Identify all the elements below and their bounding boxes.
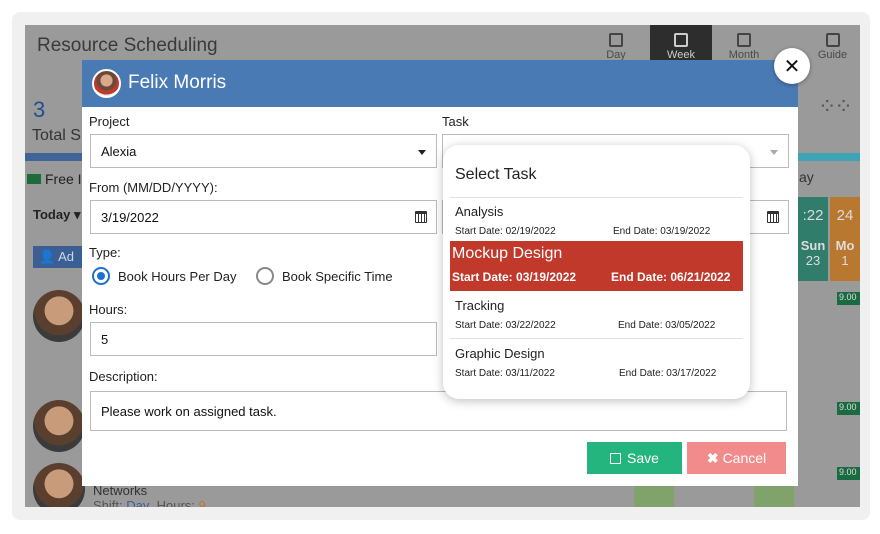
modal-title: Felix Morris: [128, 72, 227, 93]
description-label: Description:: [89, 369, 158, 384]
avatar: [33, 290, 85, 342]
hours-label: Hours:: [156, 498, 195, 507]
task-option-end: End Date: 03/19/2022: [613, 226, 711, 237]
total-count: 3: [33, 97, 46, 122]
hours-input[interactable]: 5: [90, 322, 437, 356]
task-option-tracking[interactable]: Tracking Start Date: 03/22/2022 End Date…: [450, 292, 743, 340]
from-label: From (MM/DD/YYYY):: [89, 180, 218, 195]
radio-specific-time-label[interactable]: Book Specific Time: [282, 269, 393, 284]
task-option-analysis[interactable]: Analysis Start Date: 02/19/2022 End Date…: [450, 198, 743, 246]
today-button[interactable]: Today ▾: [33, 207, 80, 223]
hours-badge: 9.00: [837, 292, 860, 305]
save-label: Save: [627, 450, 659, 466]
task-label: Task: [442, 114, 469, 129]
close-icon: ✕: [783, 54, 801, 78]
hours-label: Hours:: [89, 302, 128, 317]
task-option-start: Start Date: 03/19/2022: [452, 270, 577, 284]
calendar-icon: [737, 33, 751, 47]
hours-badge: 9.00: [837, 467, 860, 480]
task-option-mockup-design[interactable]: Mockup Design Start Date: 03/19/2022 End…: [450, 241, 743, 291]
task-option-name: Mockup Design: [452, 245, 563, 262]
day-header-num: 23: [805, 253, 821, 268]
calendar-icon[interactable]: [415, 211, 427, 223]
avatar: [33, 463, 85, 507]
avatar: [92, 69, 121, 98]
divider: [450, 338, 743, 339]
task-option-name: Graphic Design: [455, 346, 545, 361]
project-select[interactable]: Alexia: [90, 134, 437, 168]
grid-icon[interactable]: ⁘⁘: [818, 95, 853, 120]
task-option-start: Start Date: 02/19/2022: [455, 226, 556, 237]
day-header-top: :22: [802, 207, 824, 224]
save-button[interactable]: Save: [587, 442, 682, 474]
month-view-button[interactable]: Month: [713, 25, 775, 65]
guide-label: Guide: [817, 49, 848, 61]
free-legend-swatch: [27, 174, 41, 184]
calendar-icon: [674, 33, 688, 47]
day-column-label: ay: [799, 169, 814, 185]
close-icon: ✖: [706, 450, 719, 466]
add-label: Ad: [58, 249, 74, 264]
task-option-start: Start Date: 03/11/2022: [455, 368, 555, 379]
task-option-name: Tracking: [455, 298, 505, 313]
day-view-button[interactable]: Day: [585, 25, 647, 65]
guide-icon: [825, 33, 840, 47]
schedule-cell[interactable]: [754, 485, 794, 507]
free-legend-label: Free I: [45, 171, 82, 187]
total-label: Total S: [32, 127, 81, 144]
avatar: [33, 400, 85, 452]
from-date-value: 3/19/2022: [101, 210, 159, 225]
hours-badge: 9.00: [837, 402, 860, 415]
type-label: Type:: [89, 245, 121, 260]
task-option-end: End Date: 06/21/2022: [611, 270, 731, 284]
day-header-mon: 24 Mo 1: [830, 197, 860, 281]
day-header-num: 1: [841, 253, 849, 268]
hours-value: 5: [101, 332, 109, 347]
task-option-graphic-design[interactable]: Graphic Design Start Date: 03/11/2022 En…: [450, 340, 743, 388]
day-header-name: Sun: [800, 238, 826, 253]
calendar-icon[interactable]: [767, 211, 779, 223]
task-option-name: Analysis: [455, 204, 504, 219]
task-dropdown-title: Select Task: [455, 166, 537, 183]
modal-header: Felix Morris: [82, 60, 798, 107]
calendar-icon: [609, 33, 623, 47]
today-label: Today: [33, 207, 71, 222]
modal-close-button[interactable]: ✕: [774, 48, 810, 84]
chevron-down-icon: [418, 150, 426, 155]
cancel-button[interactable]: ✖ Cancel: [687, 442, 786, 474]
app-title: Resource Scheduling: [37, 35, 218, 56]
task-option-end: End Date: 03/17/2022: [619, 368, 717, 379]
cancel-label: Cancel: [722, 450, 767, 466]
resource-shift: Shift: Day Hours: 9: [93, 498, 206, 507]
task-option-start: Start Date: 03/22/2022: [455, 320, 556, 331]
day-header-name: Mo: [835, 238, 855, 253]
save-icon: [610, 453, 622, 464]
day-header-top: 24: [836, 207, 854, 224]
from-date-input[interactable]: 3/19/2022: [90, 200, 437, 234]
radio-specific-time[interactable]: [256, 267, 274, 285]
task-option-end: End Date: 03/05/2022: [618, 320, 716, 331]
week-view-button[interactable]: Week: [650, 25, 712, 65]
day-header-sun: :22 Sun 23: [798, 197, 828, 281]
task-dropdown: Select Task Analysis Start Date: 02/19/2…: [443, 145, 750, 399]
project-label: Project: [89, 114, 130, 129]
radio-hours-per-day-label[interactable]: Book Hours Per Day: [118, 269, 237, 284]
project-value: Alexia: [101, 144, 137, 159]
shift-value: Day: [126, 498, 150, 507]
shift-label: Shift:: [93, 498, 123, 507]
schedule-cell[interactable]: [634, 485, 674, 507]
chevron-down-icon: [770, 150, 778, 155]
hours-value: 9: [198, 498, 206, 507]
radio-hours-per-day[interactable]: [92, 267, 110, 285]
guide-button[interactable]: Guide: [805, 25, 860, 65]
description-value: Please work on assigned task.: [101, 404, 277, 419]
